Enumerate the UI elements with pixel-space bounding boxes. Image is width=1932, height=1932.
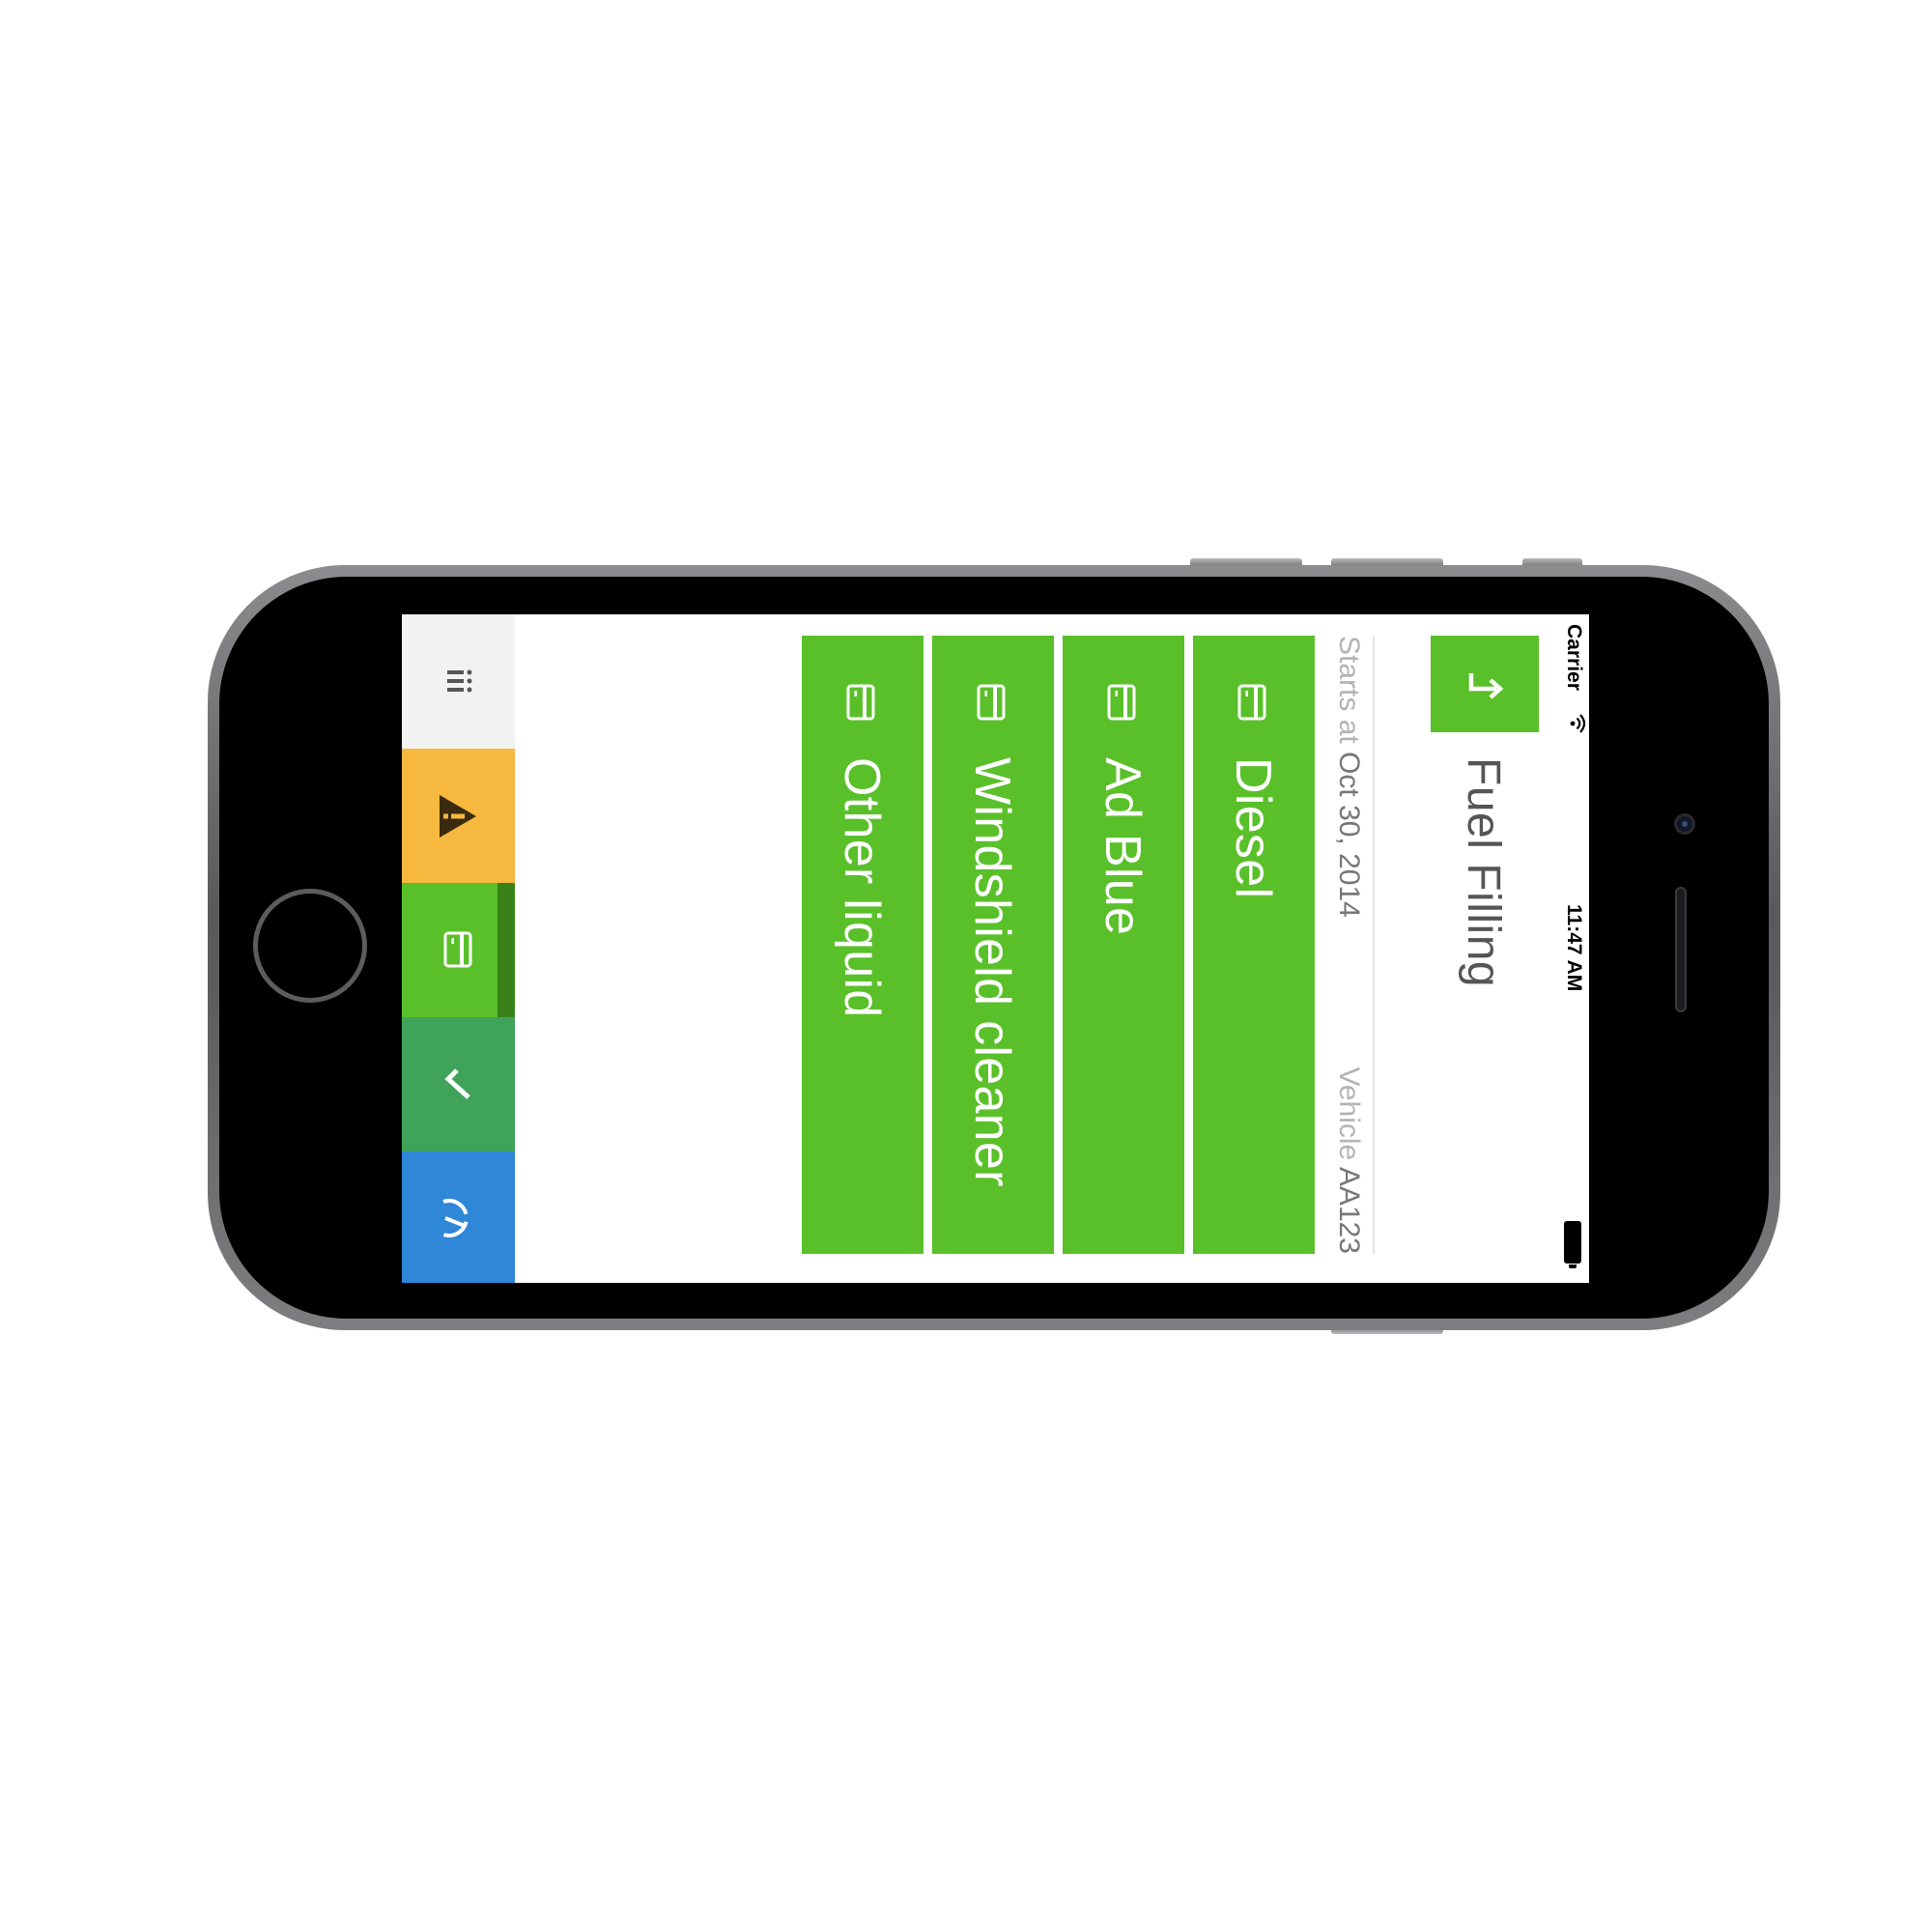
tab-checklist[interactable] [402, 1017, 515, 1151]
earpiece-speaker [1675, 887, 1687, 1012]
bottom-tab-bar [402, 614, 515, 1283]
menu-icon [447, 669, 472, 693]
status-time: 11:47 AM [1563, 904, 1585, 992]
starts-value: Oct 30, 2014 [1333, 752, 1365, 918]
trip-meta: Starts at Oct 30, 2014 Vehicle AA123 [1330, 636, 1365, 1254]
battery-icon [1564, 1221, 1581, 1264]
page-header: Fuel Filling [1373, 636, 1539, 1254]
front-camera [1674, 813, 1695, 835]
option-label: Ad Blue [1094, 757, 1151, 936]
fuel-filling-app: Carrier 11:47 AM Fuel Filling Starts at … [402, 614, 1589, 1283]
warning-icon [440, 795, 476, 838]
option-other-liquid[interactable]: Other liquid [802, 636, 923, 1254]
speedometer-icon [442, 1199, 469, 1237]
option-label: Windshield cleaner [964, 757, 1020, 1187]
wifi-icon [1563, 713, 1586, 734]
back-button[interactable] [1431, 636, 1539, 732]
option-label: Other liquid [834, 757, 890, 1018]
card-icon [846, 684, 875, 721]
card-icon [443, 931, 472, 968]
card-icon [1107, 684, 1136, 721]
tab-warnings[interactable] [402, 749, 515, 883]
option-diesel[interactable]: Diesel [1193, 636, 1315, 1254]
phone-screen: Carrier 11:47 AM Fuel Filling Starts at … [402, 614, 1589, 1283]
card-icon [1237, 684, 1266, 721]
tab-dashboard[interactable] [402, 1151, 515, 1283]
checkmark-icon [444, 1068, 470, 1099]
active-tab-indicator [497, 883, 515, 1017]
carrier-label: Carrier [1563, 624, 1585, 691]
option-ad-blue[interactable]: Ad Blue [1063, 636, 1184, 1254]
vehicle: Vehicle AA123 [1332, 1066, 1365, 1254]
page-title: Fuel Filling [1458, 757, 1509, 988]
home-button[interactable] [253, 889, 367, 1003]
option-windshield-cleaner[interactable]: Windshield cleaner [932, 636, 1054, 1254]
card-icon [977, 684, 1006, 721]
vehicle-label: Vehicle [1333, 1066, 1365, 1161]
tab-fuel[interactable] [402, 883, 515, 1017]
start-date: Starts at Oct 30, 2014 [1332, 636, 1365, 918]
vehicle-value: AA123 [1333, 1166, 1365, 1254]
return-arrow-icon [1468, 673, 1504, 699]
status-bar: Carrier 11:47 AM [1556, 614, 1589, 1283]
starts-label: Starts at [1333, 636, 1365, 744]
tab-menu[interactable] [402, 614, 515, 749]
option-label: Diesel [1225, 757, 1281, 899]
